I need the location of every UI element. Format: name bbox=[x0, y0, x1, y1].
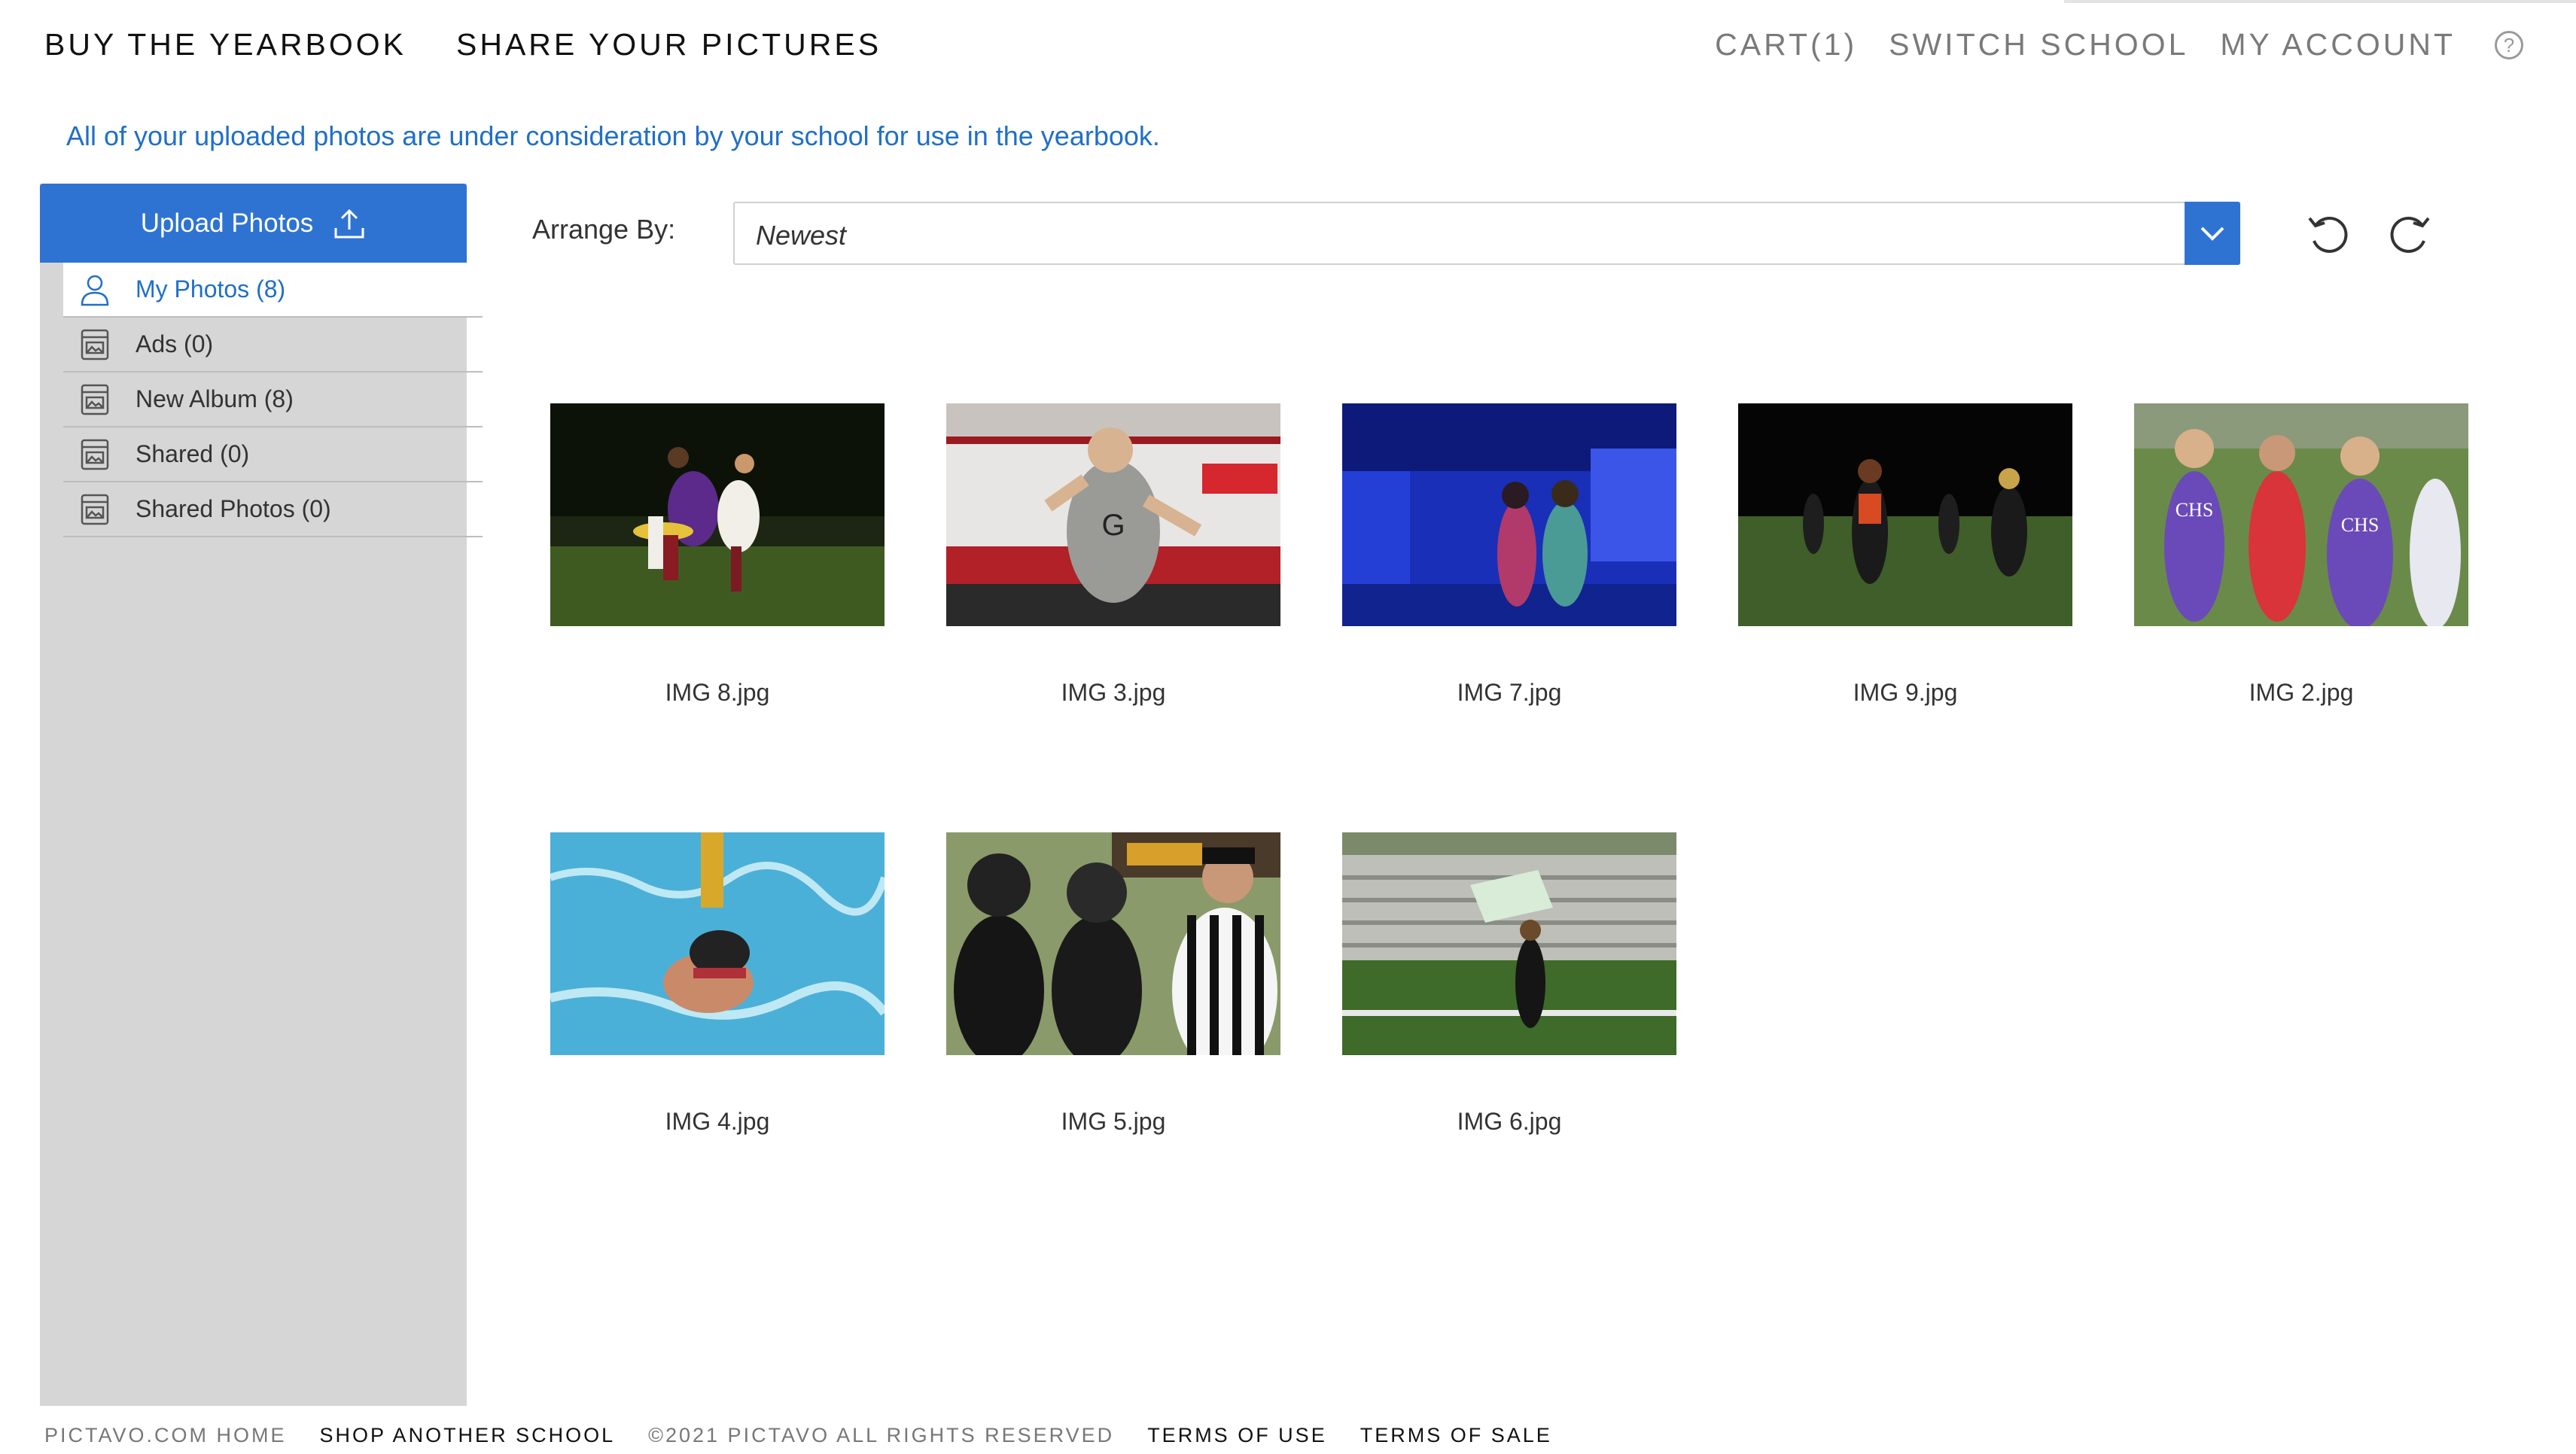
photo-thumbnail-swimming[interactable] bbox=[550, 832, 885, 1055]
album-icon bbox=[81, 439, 109, 470]
photo-caption: IMG 9.jpg bbox=[1853, 679, 1958, 706]
dropdown-toggle[interactable] bbox=[2185, 202, 2240, 265]
svg-text:CHS: CHS bbox=[2341, 514, 2380, 536]
sidebar-item-my-photos[interactable]: My Photos (8) bbox=[63, 263, 483, 318]
photo-thumbnail-soccer[interactable] bbox=[550, 403, 885, 626]
nav-switch-school[interactable]: SWITCH SCHOOL bbox=[1889, 27, 2188, 62]
upload-photos-button[interactable]: Upload Photos bbox=[40, 184, 467, 263]
arrange-by-label: Arrange By: bbox=[532, 214, 676, 245]
photo-caption: IMG 6.jpg bbox=[1457, 1108, 1562, 1135]
photo-thumbnail-wrestling[interactable]: G bbox=[946, 403, 1280, 626]
photo-tile[interactable]: IMG 6.jpg bbox=[1342, 832, 1676, 1135]
nav-buy-yearbook[interactable]: BUY THE YEARBOOK bbox=[44, 27, 406, 62]
photo-thumbnail-football[interactable] bbox=[946, 832, 1280, 1055]
band-photo bbox=[1738, 403, 2072, 626]
photo-thumbnail-theater[interactable] bbox=[1342, 403, 1676, 626]
soccer-photo bbox=[550, 403, 885, 626]
photo-caption: IMG 2.jpg bbox=[2249, 679, 2354, 706]
photo-thumbnail-cross-country[interactable]: CHS CHS bbox=[2134, 403, 2468, 626]
rotate-right-icon bbox=[2390, 216, 2430, 253]
nav-cart[interactable]: CART(1) bbox=[1715, 27, 1857, 62]
photo-tile[interactable]: IMG 9.jpg bbox=[1738, 403, 2072, 706]
sidebar-item-label: My Photos (8) bbox=[135, 275, 286, 303]
photo-tile[interactable]: G IMG 3.jpg bbox=[946, 403, 1280, 706]
footer-shop-link[interactable]: SHOP ANOTHER SCHOOL bbox=[320, 1424, 616, 1447]
rotate-left-button[interactable] bbox=[2305, 212, 2350, 257]
photo-tile[interactable]: IMG 5.jpg bbox=[946, 832, 1280, 1135]
svg-text:G: G bbox=[1101, 509, 1125, 542]
sidebar-item-ads[interactable]: Ads (0) bbox=[63, 318, 483, 373]
sidebar-item-label: Shared (0) bbox=[135, 440, 250, 467]
album-icon bbox=[81, 329, 109, 360]
sidebar-item-label: Ads (0) bbox=[135, 330, 214, 357]
cross-country-photo: CHS CHS bbox=[2134, 403, 2468, 626]
photo-tile[interactable]: IMG 8.jpg bbox=[550, 403, 885, 706]
photo-caption: IMG 7.jpg bbox=[1457, 679, 1562, 706]
wrestling-photo: G bbox=[946, 403, 1280, 626]
photo-tile[interactable]: CHS CHS IMG 2.jpg bbox=[2134, 403, 2468, 706]
upload-notice: All of your uploaded photos are under co… bbox=[66, 120, 1160, 151]
photo-thumbnail-flag-field[interactable] bbox=[1342, 832, 1676, 1055]
sidebar-item-shared-photos[interactable]: Shared Photos (0) bbox=[63, 482, 483, 537]
sidebar: Upload Photos My Photos (8) Ads (0) New … bbox=[40, 184, 483, 1406]
footer-home-link[interactable]: PICTAVO.COM HOME bbox=[44, 1424, 287, 1447]
theater-photo bbox=[1342, 403, 1676, 626]
top-shadow-bar bbox=[2064, 0, 2576, 3]
upload-button-label: Upload Photos bbox=[140, 208, 314, 238]
photo-tile[interactable]: IMG 7.jpg bbox=[1342, 403, 1676, 706]
chevron-down-icon bbox=[2200, 227, 2224, 241]
album-icon bbox=[81, 384, 109, 415]
flag-photo bbox=[1342, 832, 1676, 1055]
sidebar-item-label: Shared Photos (0) bbox=[135, 495, 331, 522]
album-list: My Photos (8) Ads (0) New Album (8) Shar… bbox=[63, 263, 483, 537]
photo-caption: IMG 4.jpg bbox=[665, 1108, 770, 1135]
photo-caption: IMG 5.jpg bbox=[1061, 1108, 1166, 1135]
nav-share-pictures[interactable]: SHARE YOUR PICTURES bbox=[456, 27, 882, 62]
arrange-selected-value: Newest bbox=[756, 220, 847, 251]
footer-terms-sale-link[interactable]: TERMS OF SALE bbox=[1360, 1424, 1552, 1447]
sidebar-item-label: New Album (8) bbox=[135, 385, 294, 412]
swimming-photo bbox=[550, 832, 885, 1055]
footer-terms-use-link[interactable]: TERMS OF USE bbox=[1147, 1424, 1327, 1447]
photo-caption: IMG 8.jpg bbox=[665, 679, 770, 706]
album-icon bbox=[81, 494, 109, 525]
footer-copyright: ©2021 PICTAVO ALL RIGHTS RESERVED bbox=[648, 1424, 1115, 1446]
footer: PICTAVO.COM HOME SHOP ANOTHER SCHOOL ©20… bbox=[44, 1424, 1552, 1447]
primary-nav: BUY THE YEARBOOK SHARE YOUR PICTURES bbox=[44, 27, 882, 62]
top-navigation: BUY THE YEARBOOK SHARE YOUR PICTURES CAR… bbox=[0, 0, 2576, 90]
rotate-right-button[interactable] bbox=[2388, 212, 2433, 257]
user-icon bbox=[81, 275, 109, 306]
arrange-by-select[interactable]: Newest bbox=[733, 202, 2240, 265]
question-circle-icon[interactable]: ? bbox=[2495, 30, 2523, 59]
svg-text:CHS: CHS bbox=[2176, 499, 2214, 521]
sidebar-item-new-album[interactable]: New Album (8) bbox=[63, 373, 483, 427]
account-nav: CART(1) SWITCH SCHOOL MY ACCOUNT ? bbox=[1715, 27, 2523, 62]
photo-thumbnail-marching-band[interactable] bbox=[1738, 403, 2072, 626]
rotate-left-icon bbox=[2308, 216, 2348, 253]
upload-icon bbox=[334, 208, 364, 238]
photo-caption: IMG 3.jpg bbox=[1061, 679, 1166, 706]
nav-my-account[interactable]: MY ACCOUNT bbox=[2220, 27, 2456, 62]
photo-tile[interactable]: IMG 4.jpg bbox=[550, 832, 885, 1135]
sidebar-item-shared[interactable]: Shared (0) bbox=[63, 427, 483, 482]
football-photo bbox=[946, 832, 1280, 1055]
